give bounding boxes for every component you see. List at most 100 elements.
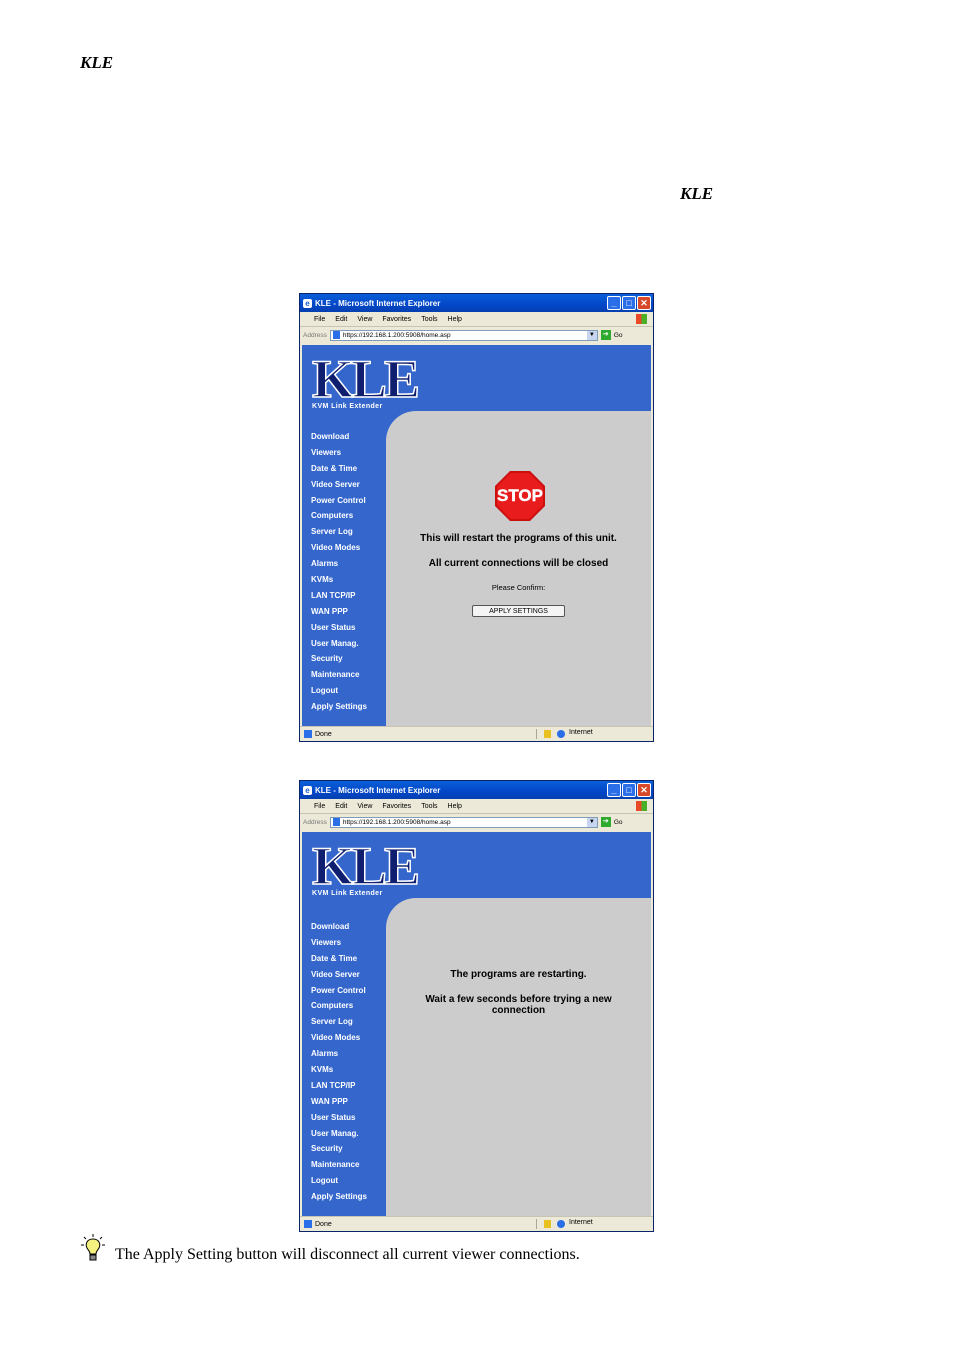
- address-dropdown-icon[interactable]: ▼: [586, 817, 597, 827]
- nav-maintenance[interactable]: Maintenance: [311, 667, 367, 683]
- tip-text: The Apply Setting button will disconnect…: [115, 1246, 580, 1263]
- status-text: Done: [315, 730, 332, 738]
- menu-tools[interactable]: Tools: [421, 316, 437, 323]
- address-url: https://192.168.1.200:5908/home.asp: [342, 818, 451, 826]
- nav-power-control[interactable]: Power Control: [311, 983, 367, 999]
- logo-text: KLE: [311, 836, 421, 896]
- nav-kvms[interactable]: KVMs: [311, 1062, 367, 1078]
- nav-alarms[interactable]: Alarms: [311, 1046, 367, 1062]
- address-label: Address: [303, 331, 327, 339]
- nav-user-manag[interactable]: User Manag.: [311, 1126, 367, 1142]
- nav-video-modes[interactable]: Video Modes: [311, 540, 367, 556]
- close-button[interactable]: ✕: [637, 783, 651, 797]
- nav-apply-settings[interactable]: Apply Settings: [311, 699, 367, 715]
- maximize-button[interactable]: □: [622, 783, 636, 797]
- kle-heading-top: KLE: [80, 53, 114, 72]
- nav-power-control[interactable]: Power Control: [311, 493, 367, 509]
- go-button[interactable]: Go: [614, 819, 623, 826]
- nav-user-status[interactable]: User Status: [311, 1110, 367, 1126]
- nav-maintenance[interactable]: Maintenance: [311, 1157, 367, 1173]
- nav-user-manag[interactable]: User Manag.: [311, 636, 367, 652]
- title-bar: e KLE - Microsoft Internet Explorer _ □ …: [300, 294, 653, 312]
- nav-apply-settings[interactable]: Apply Settings: [311, 1189, 367, 1205]
- page-icon: [332, 331, 340, 339]
- nav-logout[interactable]: Logout: [311, 1173, 367, 1189]
- menu-help[interactable]: Help: [448, 803, 462, 810]
- menu-file[interactable]: File: [314, 316, 325, 323]
- maximize-button[interactable]: □: [622, 296, 636, 310]
- lock-icon: [544, 730, 551, 738]
- nav-video-server[interactable]: Video Server: [311, 967, 367, 983]
- status-bar: Done Internet: [300, 1216, 653, 1231]
- nav-viewers[interactable]: Viewers: [311, 935, 367, 951]
- nav-video-modes[interactable]: Video Modes: [311, 1030, 367, 1046]
- kle-heading-mid: KLE: [680, 184, 714, 203]
- kle-logo: KLE KVM Link Extender: [311, 836, 421, 897]
- minimize-button[interactable]: _: [607, 783, 621, 797]
- confirm-label: Please Confirm:: [491, 583, 546, 592]
- wait-message: Wait a few seconds before trying a new c…: [425, 994, 612, 1016]
- address-input[interactable]: https://192.168.1.200:5908/home.asp ▼: [329, 329, 598, 341]
- globe-icon: [557, 730, 565, 738]
- lightbulb-tip-icon: [81, 1234, 105, 1261]
- nav-viewers[interactable]: Viewers: [311, 445, 367, 461]
- title-bar: e KLE - Microsoft Internet Explorer _ □ …: [300, 781, 653, 799]
- nav-date-time[interactable]: Date & Time: [311, 461, 367, 477]
- kle-logo: KLE KVM Link Extender: [311, 351, 421, 410]
- menu-view[interactable]: View: [357, 316, 372, 323]
- restarting-message: The programs are restarting.: [450, 969, 587, 980]
- done-page-icon: [304, 730, 312, 738]
- nav-download[interactable]: Download: [311, 429, 367, 445]
- zone-text: Internet: [569, 729, 593, 736]
- address-bar: Address https://192.168.1.200:5908/home.…: [300, 814, 653, 830]
- nav-wan-ppp[interactable]: WAN PPP: [311, 604, 367, 620]
- restart-warning: This will restart the programs of this u…: [420, 533, 617, 544]
- menu-tools[interactable]: Tools: [421, 803, 437, 810]
- ie-icon: e: [303, 298, 312, 308]
- menu-edit[interactable]: Edit: [335, 803, 347, 810]
- menu-file[interactable]: File: [314, 803, 325, 810]
- go-arrow-icon[interactable]: ➔: [600, 330, 611, 340]
- zone-text: Internet: [569, 1219, 593, 1226]
- nav-server-log[interactable]: Server Log: [311, 524, 367, 540]
- sidebar-nav: Download Viewers Date & Time Video Serve…: [311, 429, 367, 715]
- address-dropdown-icon[interactable]: ▼: [586, 330, 597, 340]
- nav-lan-tcpip[interactable]: LAN TCP/IP: [311, 1078, 367, 1094]
- apply-settings-button[interactable]: APPLY SETTINGS: [472, 605, 565, 617]
- stop-sign-icon: STOP: [495, 471, 545, 521]
- menu-favorites[interactable]: Favorites: [382, 316, 411, 323]
- go-arrow-icon[interactable]: ➔: [600, 817, 611, 827]
- globe-icon: [557, 1220, 565, 1228]
- menu-view[interactable]: View: [357, 803, 372, 810]
- nav-lan-tcpip[interactable]: LAN TCP/IP: [311, 588, 367, 604]
- nav-kvms[interactable]: KVMs: [311, 572, 367, 588]
- nav-video-server[interactable]: Video Server: [311, 477, 367, 493]
- nav-user-status[interactable]: User Status: [311, 620, 367, 636]
- minimize-button[interactable]: _: [607, 296, 621, 310]
- ie-icon: e: [303, 785, 312, 795]
- nav-download[interactable]: Download: [311, 919, 367, 935]
- nav-logout[interactable]: Logout: [311, 683, 367, 699]
- close-button[interactable]: ✕: [637, 296, 651, 310]
- nav-security[interactable]: Security: [311, 1141, 367, 1157]
- nav-computers[interactable]: Computers: [311, 508, 367, 524]
- nav-date-time[interactable]: Date & Time: [311, 951, 367, 967]
- window-title: KLE - Microsoft Internet Explorer: [315, 298, 441, 308]
- browser-window-2: e KLE - Microsoft Internet Explorer _ □ …: [299, 780, 654, 1232]
- go-button[interactable]: Go: [614, 332, 623, 339]
- nav-server-log[interactable]: Server Log: [311, 1014, 367, 1030]
- address-url: https://192.168.1.200:5908/home.asp: [342, 331, 451, 339]
- address-input[interactable]: https://192.168.1.200:5908/home.asp ▼: [329, 816, 598, 828]
- nav-computers[interactable]: Computers: [311, 998, 367, 1014]
- menu-edit[interactable]: Edit: [335, 316, 347, 323]
- menu-favorites[interactable]: Favorites: [382, 803, 411, 810]
- windows-logo-icon: [636, 801, 647, 811]
- nav-security[interactable]: Security: [311, 651, 367, 667]
- menu-bar: File Edit View Favorites Tools Help: [300, 799, 653, 814]
- menu-help[interactable]: Help: [448, 316, 462, 323]
- page-area: KLE KVM Link Extender STOP This will res…: [302, 345, 651, 727]
- nav-wan-ppp[interactable]: WAN PPP: [311, 1094, 367, 1110]
- address-label: Address: [303, 818, 327, 826]
- done-page-icon: [304, 1220, 312, 1228]
- nav-alarms[interactable]: Alarms: [311, 556, 367, 572]
